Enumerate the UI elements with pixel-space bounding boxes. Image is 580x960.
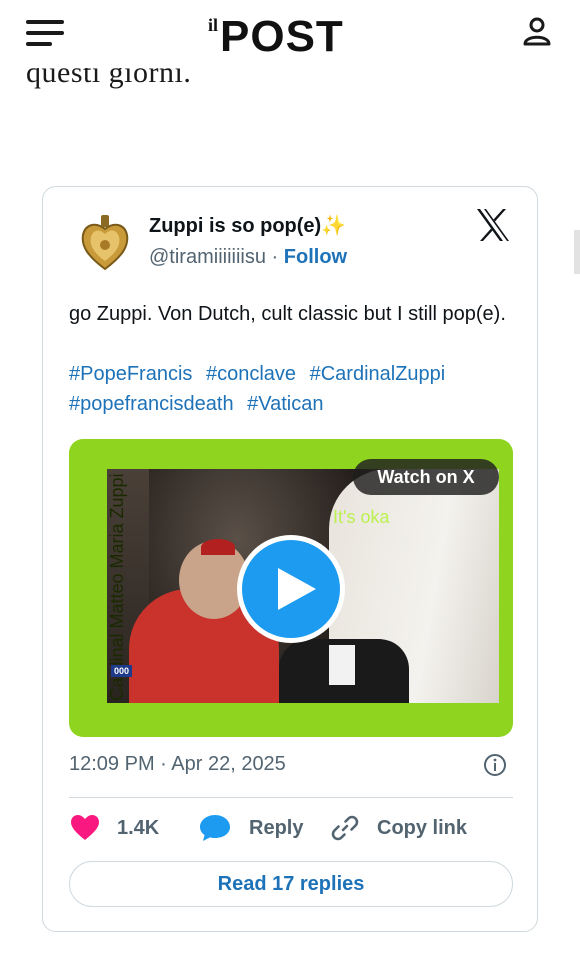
logo-il-text: il xyxy=(208,15,219,35)
handle-row: @tiramiiiiiiisu · Follow xyxy=(149,246,347,269)
play-button[interactable] xyxy=(237,535,345,643)
hashtag-link[interactable]: #CardinalZuppi xyxy=(310,363,446,385)
play-icon xyxy=(278,568,316,610)
x-logo-icon[interactable] xyxy=(475,207,511,243)
site-logo[interactable]: il POST xyxy=(208,2,374,62)
tweet-hashtags: #PopeFrancis #conclave #CardinalZuppi #p… xyxy=(69,359,519,419)
video-side-band xyxy=(79,469,107,703)
watch-on-x-button[interactable]: Watch on X xyxy=(353,459,499,495)
link-icon xyxy=(331,815,359,841)
hamburger-menu-icon[interactable] xyxy=(26,20,66,48)
hashtag-link[interactable]: #popefrancisdeath xyxy=(69,393,234,415)
hashtag-link[interactable]: #conclave xyxy=(206,363,296,385)
heart-icon xyxy=(71,815,99,840)
like-button[interactable]: 1.4K xyxy=(71,813,159,843)
hashtag-link[interactable]: #PopeFrancis xyxy=(69,363,192,385)
divider xyxy=(69,797,513,798)
embedded-tweet: Zuppi is so pop(e)✨ @tiramiiiiiiisu · Fo… xyxy=(42,186,538,932)
author-handle[interactable]: @tiramiiiiiiisu xyxy=(149,246,266,268)
tweet-video[interactable]: Cardinal Matteo Maria Zuppi 000 It's oka… xyxy=(69,439,513,737)
logo-post-text: POST xyxy=(220,12,344,61)
sparkle-emoji: ✨ xyxy=(321,215,347,237)
reply-label: Reply xyxy=(249,816,304,839)
tweet-timestamp[interactable]: 12:09 PM · Apr 22, 2025 xyxy=(69,753,286,776)
user-icon[interactable] xyxy=(520,14,554,48)
site-header: il POST xyxy=(0,0,580,68)
copy-link-button[interactable]: Copy link xyxy=(331,813,467,843)
hashtag-link[interactable]: #Vatican xyxy=(247,393,323,415)
info-icon[interactable] xyxy=(483,753,507,777)
reply-bubble-icon xyxy=(200,815,230,841)
author-name-text: Zuppi is so pop(e) xyxy=(149,215,322,237)
video-caption-overlay: It's oka xyxy=(333,507,390,527)
like-count: 1.4K xyxy=(117,816,160,839)
scroll-edge-indicator xyxy=(574,230,580,274)
author-avatar[interactable] xyxy=(79,213,131,273)
video-ticker: 000 xyxy=(111,665,133,677)
copy-link-label: Copy link xyxy=(377,816,468,839)
author-name[interactable]: Zuppi is so pop(e)✨ xyxy=(149,213,346,238)
reply-button[interactable]: Reply xyxy=(199,813,303,843)
tweet-text: go Zuppi. Von Dutch, cult classic but I … xyxy=(69,303,506,325)
follow-button[interactable]: Follow xyxy=(284,246,347,268)
read-replies-button[interactable]: Read 17 replies xyxy=(69,861,513,907)
handle-separator: · xyxy=(271,246,279,268)
tweet-actions: 1.4K Reply Copy link xyxy=(69,813,513,843)
